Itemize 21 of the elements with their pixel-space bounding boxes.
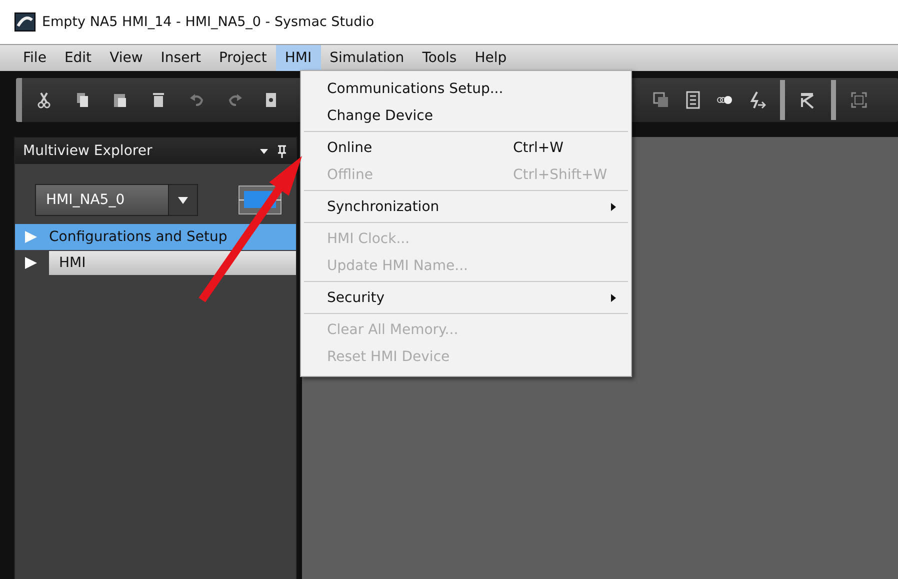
menu-item[interactable]: Project [210, 45, 276, 71]
menu-option[interactable]: Change Device [304, 102, 628, 129]
menu-option[interactable]: Synchronization [304, 193, 628, 220]
menu-item[interactable]: View [100, 45, 152, 71]
window-title: Empty NA5 HMI_14 - HMI_NA5_0 - Sysmac Studio [42, 14, 374, 30]
menu-option[interactable]: Security [304, 284, 628, 311]
device-dropdown[interactable]: HMI_NA5_0 [35, 184, 198, 216]
shortcut-text: Ctrl+Shift+W [513, 166, 608, 182]
shortcut-text: Ctrl+W [513, 140, 564, 156]
tree-item[interactable]: Configurations and Setup [15, 224, 296, 250]
menu-item[interactable]: HMI [276, 45, 321, 71]
menu-item[interactable]: Edit [55, 45, 101, 71]
menu-item[interactable]: Tools [413, 45, 466, 71]
menu-item[interactable]: Insert [152, 45, 210, 71]
panel-title: Multiview Explorer [23, 143, 152, 159]
menu-item[interactable]: File [14, 45, 56, 71]
menu-option[interactable]: Communications Setup... [304, 75, 628, 102]
menu-item[interactable]: Simulation [320, 45, 414, 71]
menu-option[interactable]: Online Ctrl+W [304, 134, 628, 161]
menu-item[interactable]: Help [466, 45, 516, 71]
device-name: HMI_NA5_0 [45, 191, 126, 210]
